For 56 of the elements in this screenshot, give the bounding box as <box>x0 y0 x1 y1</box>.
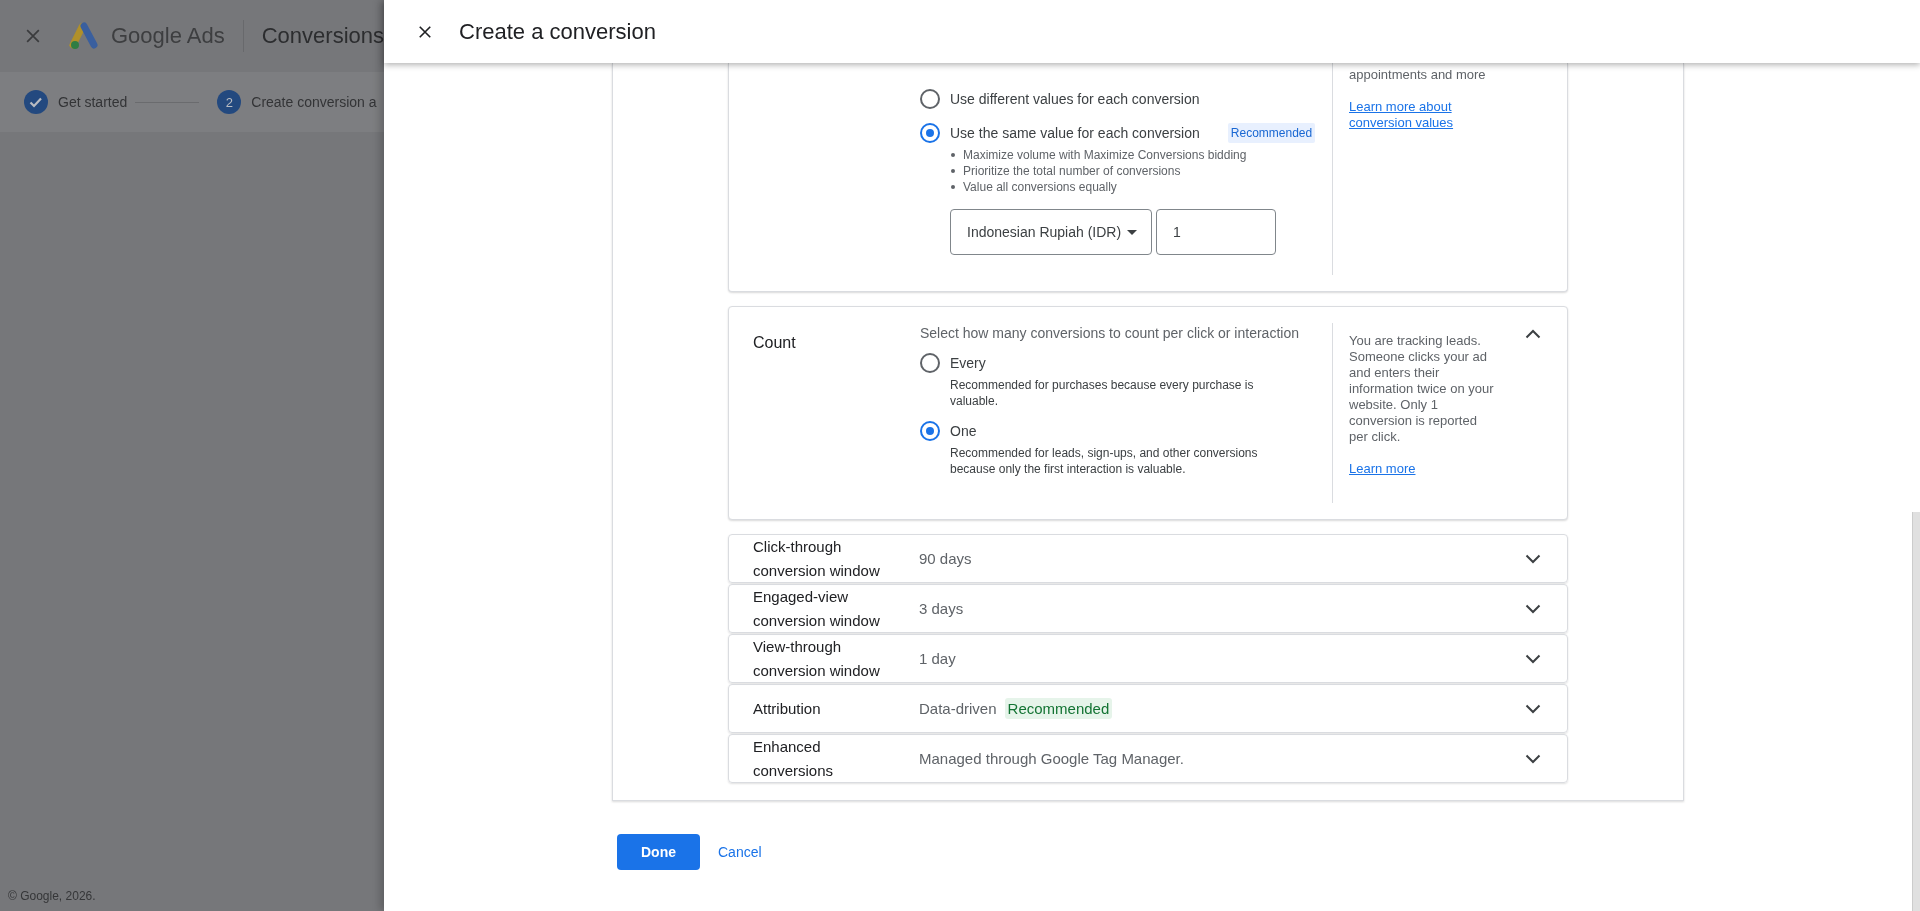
bullet-text: Value all conversions equally <box>963 180 1117 194</box>
help-text: appointments and more <box>1349 67 1487 83</box>
settings-row[interactable]: Engaged-view conversion window 3 days <box>728 584 1568 633</box>
setting-value: 1 day <box>919 650 956 667</box>
chevron-icon[interactable] <box>1525 753 1541 764</box>
chevron-icon[interactable] <box>1525 653 1541 664</box>
settings-row[interactable]: Enhanced conversions Managed through Google Tag Manager. <box>728 734 1568 783</box>
help-text: You are tracking leads. Someone clicks your ad and enters their information twice on your website. Only 1 conversion is reported per click. <box>1349 333 1495 445</box>
section-description: Select how many conversions to count per click or interaction <box>920 325 1300 341</box>
setting-label: View-through conversion window <box>753 636 881 681</box>
recommended-badge: Recommended <box>1227 123 1316 143</box>
step-label: Get started <box>58 94 128 110</box>
settings-row[interactable]: View-through conversion window 1 day <box>728 634 1568 683</box>
chevron-icon[interactable] <box>1525 553 1541 564</box>
option-label: Use different values for each conversion <box>950 91 1200 107</box>
bullet-text: Maximize volume with Maximize Conversions bidding <box>963 148 1247 162</box>
option-description: Recommended for purchases because every purchase is valuable. <box>949 377 1255 409</box>
learn-more-link[interactable]: Learn more <box>1349 461 1499 477</box>
radio-button[interactable] <box>920 353 940 373</box>
setting-value: 90 days <box>919 550 972 567</box>
setting-label: Engaged-view conversion window <box>753 586 881 631</box>
chevron-icon[interactable] <box>1525 703 1541 714</box>
setting-label: Attribution <box>753 698 822 719</box>
step-number: 2 <box>217 90 242 114</box>
step-label: Create conversion a <box>251 94 377 110</box>
radio-button[interactable] <box>920 123 940 143</box>
ads-logo-icon <box>69 21 101 51</box>
option-description: Recommended for leads, sign-ups, and other conversions because only the first interaction is valuable. <box>949 445 1259 477</box>
dropdown-arrow-icon <box>1127 229 1137 235</box>
done-button[interactable]: Done <box>617 834 700 870</box>
setting-value: Data-driven <box>919 700 997 717</box>
scrollbar[interactable] <box>1912 512 1920 911</box>
learn-more-link[interactable]: Learn more about conversion values <box>1349 99 1499 131</box>
currency-dropdown[interactable]: Indonesian Rupiah (IDR) <box>950 209 1152 255</box>
radio-button[interactable] <box>920 421 940 441</box>
bullet-text: Prioritize the total number of conversions <box>963 164 1181 178</box>
option-label: Every <box>950 355 986 371</box>
value-input[interactable]: 1 <box>1156 209 1276 255</box>
chevron-icon[interactable] <box>1525 603 1541 614</box>
setting-value: 3 days <box>919 600 964 617</box>
section-title: Count <box>753 334 797 352</box>
option-label: One <box>950 423 977 439</box>
recommended-badge: Recommended <box>1004 698 1113 719</box>
radio-button[interactable] <box>920 89 940 109</box>
page-title: Conversions <box>261 23 384 49</box>
settings-row[interactable]: Click-through conversion window 90 days <box>728 534 1568 583</box>
setting-label: Click-through conversion window <box>753 536 881 581</box>
chevron-icon[interactable] <box>1525 329 1541 339</box>
setting-label: Enhanced conversions <box>753 736 835 781</box>
app-name: Google Ads <box>110 23 225 49</box>
setting-value: Managed through Google Tag Manager. <box>919 750 1184 767</box>
option-label: Use the same value for each conversion <box>950 125 1200 141</box>
dialog-title: Create a conversion <box>459 18 656 45</box>
cancel-link[interactable]: Cancel <box>718 844 762 860</box>
settings-row[interactable]: Attribution Data-driven Recommended <box>728 684 1568 733</box>
copyright-text: © Google, 2026. <box>7 889 97 905</box>
